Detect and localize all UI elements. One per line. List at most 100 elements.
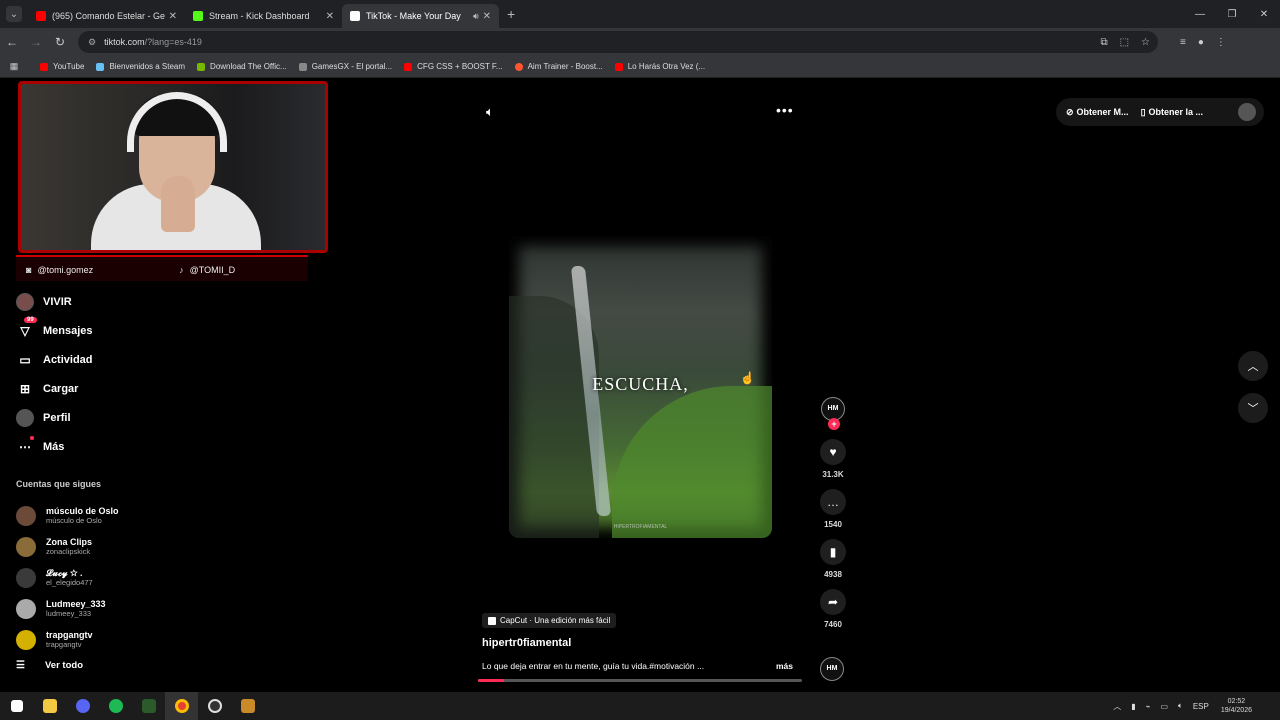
new-tab-icon[interactable]: + [507,6,515,22]
bookmark-gamesgx[interactable]: GamesGX - El portal... [298,62,392,71]
tab-search-icon[interactable]: ⌄ [6,6,22,22]
sidebar-item-messages[interactable]: ▽ 99 Mensajes [16,316,216,345]
chrome-icon[interactable] [165,692,198,720]
back-icon[interactable]: ← [0,35,24,49]
discord-icon[interactable] [66,692,99,720]
get-coins-label: Obtener M... [1076,107,1129,117]
maximize-icon[interactable]: ❐ [1216,0,1248,28]
save-action: ▮ 4938 [818,539,848,579]
steam-icon [96,62,105,71]
list-item[interactable]: Ludmeey_333 ludmeey_333 [16,593,216,624]
capcut-tag[interactable]: CapCut · Una edición más fácil [482,613,617,628]
media-icon[interactable]: ≡ [1180,37,1186,48]
profile-avatar-icon [16,408,34,427]
sidebar-item-live[interactable]: VIVIR [16,287,216,316]
share-icon[interactable]: ➦ [820,589,846,615]
video-author[interactable]: hipertr0fiamental [482,637,571,649]
language-indicator[interactable]: ESP [1193,702,1209,711]
video-player[interactable]: ESCUCHA, HIPERTROFIAMENTAL [509,236,772,538]
tiktok-text: @TOMII_D [189,265,236,275]
more-link[interactable]: más [776,661,793,671]
sound-avatar[interactable]: HM [820,657,844,681]
obs-icon[interactable] [198,692,231,720]
url-field[interactable]: ⚙ tiktok.com/?lang=es-419 ⧉ ⬚ ☆ [78,31,1158,53]
video-progress-bar[interactable] [478,679,802,682]
list-icon: ☰ [16,660,25,671]
volume-icon[interactable]: 🔈︎ [486,104,494,120]
tab-tiktok[interactable]: TikTok - Make Your Day 🔊︎ ✕ [342,4,499,28]
video-hill [612,386,772,538]
share-action: ➦ 7460 [818,589,848,629]
heart-icon[interactable]: ♥ [820,439,846,465]
get-app-button[interactable]: ▯ Obtener la ... [1141,107,1203,118]
tray-chevron-icon[interactable]: ︿ [1113,701,1121,712]
close-tab-icon[interactable]: ✕ [326,11,334,22]
sidebar-item-label: Más [43,440,65,453]
microphone-icon[interactable]: ▮ [1131,702,1135,711]
list-item[interactable]: trapgangtv trapgangtv [16,624,216,655]
list-item[interactable]: 𝓛𝓾𝓬𝔂 ☆ . el_elegido477 [16,562,216,593]
bookmark-steam[interactable]: Bienvenidos a Steam [96,62,185,71]
youtube-icon [404,62,413,71]
see-all-button[interactable]: ☰ Ver todo [16,660,83,671]
user-avatar[interactable] [1238,103,1256,121]
messages-icon: ▽ 99 [16,316,37,340]
get-coins-button[interactable]: ⊘ Obtener M... [1066,107,1129,118]
file-explorer-icon[interactable] [33,692,66,720]
network-icon[interactable]: ▭ [1160,702,1168,711]
install-icon[interactable]: ⬚ [1120,37,1129,48]
minimize-icon[interactable]: — [1184,0,1216,28]
progress-fill [478,679,504,682]
youtube-favicon-icon [36,11,46,21]
speaker-icon[interactable]: 🔊︎ [473,11,479,22]
coin-icon: ⊘ [1066,106,1074,117]
kick-favicon-icon [193,11,203,21]
comment-icon[interactable]: … [820,489,846,515]
terminal-icon[interactable] [132,692,165,720]
game-app-icon[interactable] [231,692,264,720]
more-options-icon[interactable]: ••• [776,102,794,118]
sidebar-item-profile[interactable]: Perfil [16,403,216,432]
profile-icon[interactable]: ● [1198,37,1204,48]
apps-grid-icon[interactable]: ▦ [0,61,28,72]
tab-kick[interactable]: Stream - Kick Dashboard ✕ [185,4,342,28]
creator-avatar[interactable]: HM + [821,397,845,430]
bookmark-icon[interactable]: ▮ [820,539,846,565]
list-item[interactable]: músculo de Oslo músculo de Oslo [16,500,216,531]
windows-start-icon[interactable] [0,692,33,720]
video-overlay-text: ESCUCHA, [592,374,689,394]
bookmark-nvidia[interactable]: Download The Offic... [197,62,287,71]
next-video-button[interactable]: ﹀ [1238,393,1268,423]
close-tab-icon[interactable]: ✕ [483,11,491,22]
follow-plus-icon[interactable]: + [828,418,840,430]
forward-icon[interactable]: → [24,35,48,49]
bookmark-lo-haras[interactable]: Lo Harás Otra Vez (... [614,62,705,71]
sidebar-item-more[interactable]: ⋯ Más [16,432,216,461]
spotify-icon[interactable] [99,692,132,720]
live-avatar-icon [16,292,34,311]
close-window-icon[interactable]: ✕ [1248,0,1280,28]
site-info-icon[interactable]: ⚙ [88,37,96,48]
tab-youtube[interactable]: (965) Comando Estelar - Ge ✕ [28,4,185,28]
stream-socials: ◙ @tomi.gomez ♪ @TOMII_D [18,259,318,281]
bookmark-cfg[interactable]: CFG CSS + BOOST F... [404,62,503,71]
volume-tray-icon[interactable]: 🔈︎ [1178,701,1183,711]
bookmark-aim-trainer[interactable]: Aim Trainer - Boost... [514,62,603,71]
sidebar-item-upload[interactable]: ⊞ Cargar [16,374,216,403]
usb-icon[interactable]: ⌁ [1146,702,1151,711]
share-count: 7460 [824,620,842,629]
sidebar-item-activity[interactable]: ▭ Actividad [16,345,216,374]
translate-icon[interactable]: ⧉ [1100,37,1107,48]
bookmark-star-icon[interactable]: ☆ [1141,37,1150,48]
url-path: /?lang=es-419 [144,37,202,47]
account-username: el_elegido477 [46,578,93,587]
previous-video-button[interactable]: ︿ [1238,351,1268,381]
bookmark-youtube[interactable]: YouTube [40,62,84,71]
list-item[interactable]: Zona Clips zonaclipskick [16,531,216,562]
close-tab-icon[interactable]: ✕ [169,11,177,22]
clock-date: 19/4/2026 [1220,707,1252,714]
menu-icon[interactable]: ⋮ [1216,37,1226,48]
clock[interactable]: 02:52 19/4/2026 [1221,697,1252,715]
account-name: trapgangtv [46,630,93,640]
reload-icon[interactable]: ↻ [48,35,72,49]
